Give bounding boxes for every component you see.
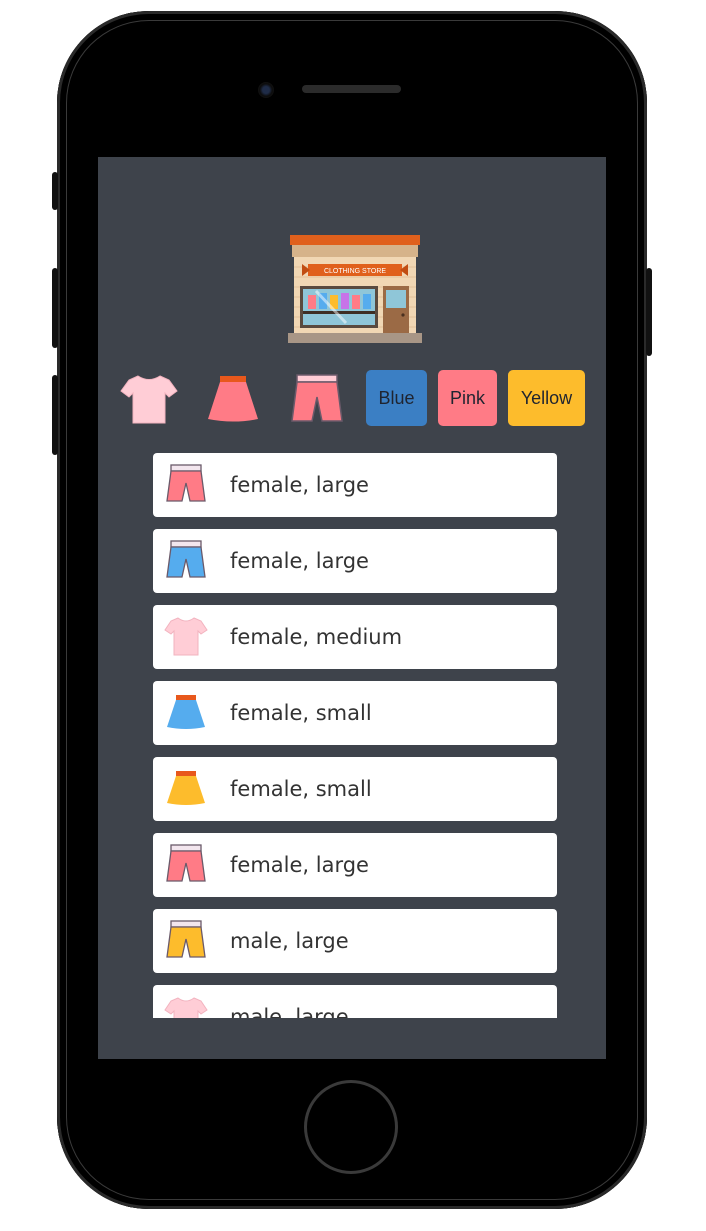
- list-item[interactable]: female, small: [153, 681, 557, 745]
- shorts-icon: [163, 537, 209, 583]
- item-label: male, large: [230, 1005, 349, 1018]
- shorts-icon: [163, 841, 209, 887]
- item-label: female, large: [230, 853, 369, 877]
- list-item[interactable]: female, medium: [153, 605, 557, 669]
- item-label: female, large: [230, 549, 369, 573]
- shorts-icon: [163, 917, 209, 963]
- product-list[interactable]: female, large female, large female, medium…: [153, 453, 557, 1018]
- blue-filter-button[interactable]: Blue: [366, 370, 427, 426]
- tshirt-icon: [163, 613, 209, 659]
- list-item[interactable]: female, small: [153, 757, 557, 821]
- skirt-icon: [163, 765, 209, 811]
- filter-bar: Blue Pink Yellow: [98, 367, 606, 429]
- list-item[interactable]: female, large: [153, 833, 557, 897]
- skirt-icon: [163, 689, 209, 735]
- tshirt-icon: [163, 993, 209, 1018]
- item-label: female, small: [230, 701, 372, 725]
- list-item[interactable]: male, large: [153, 909, 557, 973]
- shorts-icon[interactable]: [286, 371, 348, 427]
- volume-down-button[interactable]: [52, 375, 58, 455]
- shorts-icon: [163, 461, 209, 507]
- list-item[interactable]: male, large: [153, 985, 557, 1018]
- item-label: male, large: [230, 929, 349, 953]
- skirt-icon[interactable]: [202, 371, 264, 427]
- item-label: female, small: [230, 777, 372, 801]
- list-item[interactable]: female, large: [153, 453, 557, 517]
- app-screen: CLOTHING STORE Blue Pink Yellow female, …: [98, 157, 606, 1059]
- front-camera: [258, 82, 274, 98]
- speaker-grille: [302, 85, 401, 93]
- list-item[interactable]: female, large: [153, 529, 557, 593]
- item-label: female, large: [230, 473, 369, 497]
- item-label: female, medium: [230, 625, 403, 649]
- clothing-store-icon: CLOTHING STORE: [288, 235, 422, 343]
- home-button[interactable]: [304, 1080, 398, 1174]
- pink-filter-button[interactable]: Pink: [438, 370, 497, 426]
- tshirt-icon[interactable]: [118, 371, 180, 427]
- svg-text:CLOTHING STORE: CLOTHING STORE: [324, 268, 386, 275]
- mute-switch[interactable]: [52, 172, 58, 210]
- yellow-filter-button[interactable]: Yellow: [508, 370, 585, 426]
- volume-up-button[interactable]: [52, 268, 58, 348]
- power-button[interactable]: [646, 268, 652, 356]
